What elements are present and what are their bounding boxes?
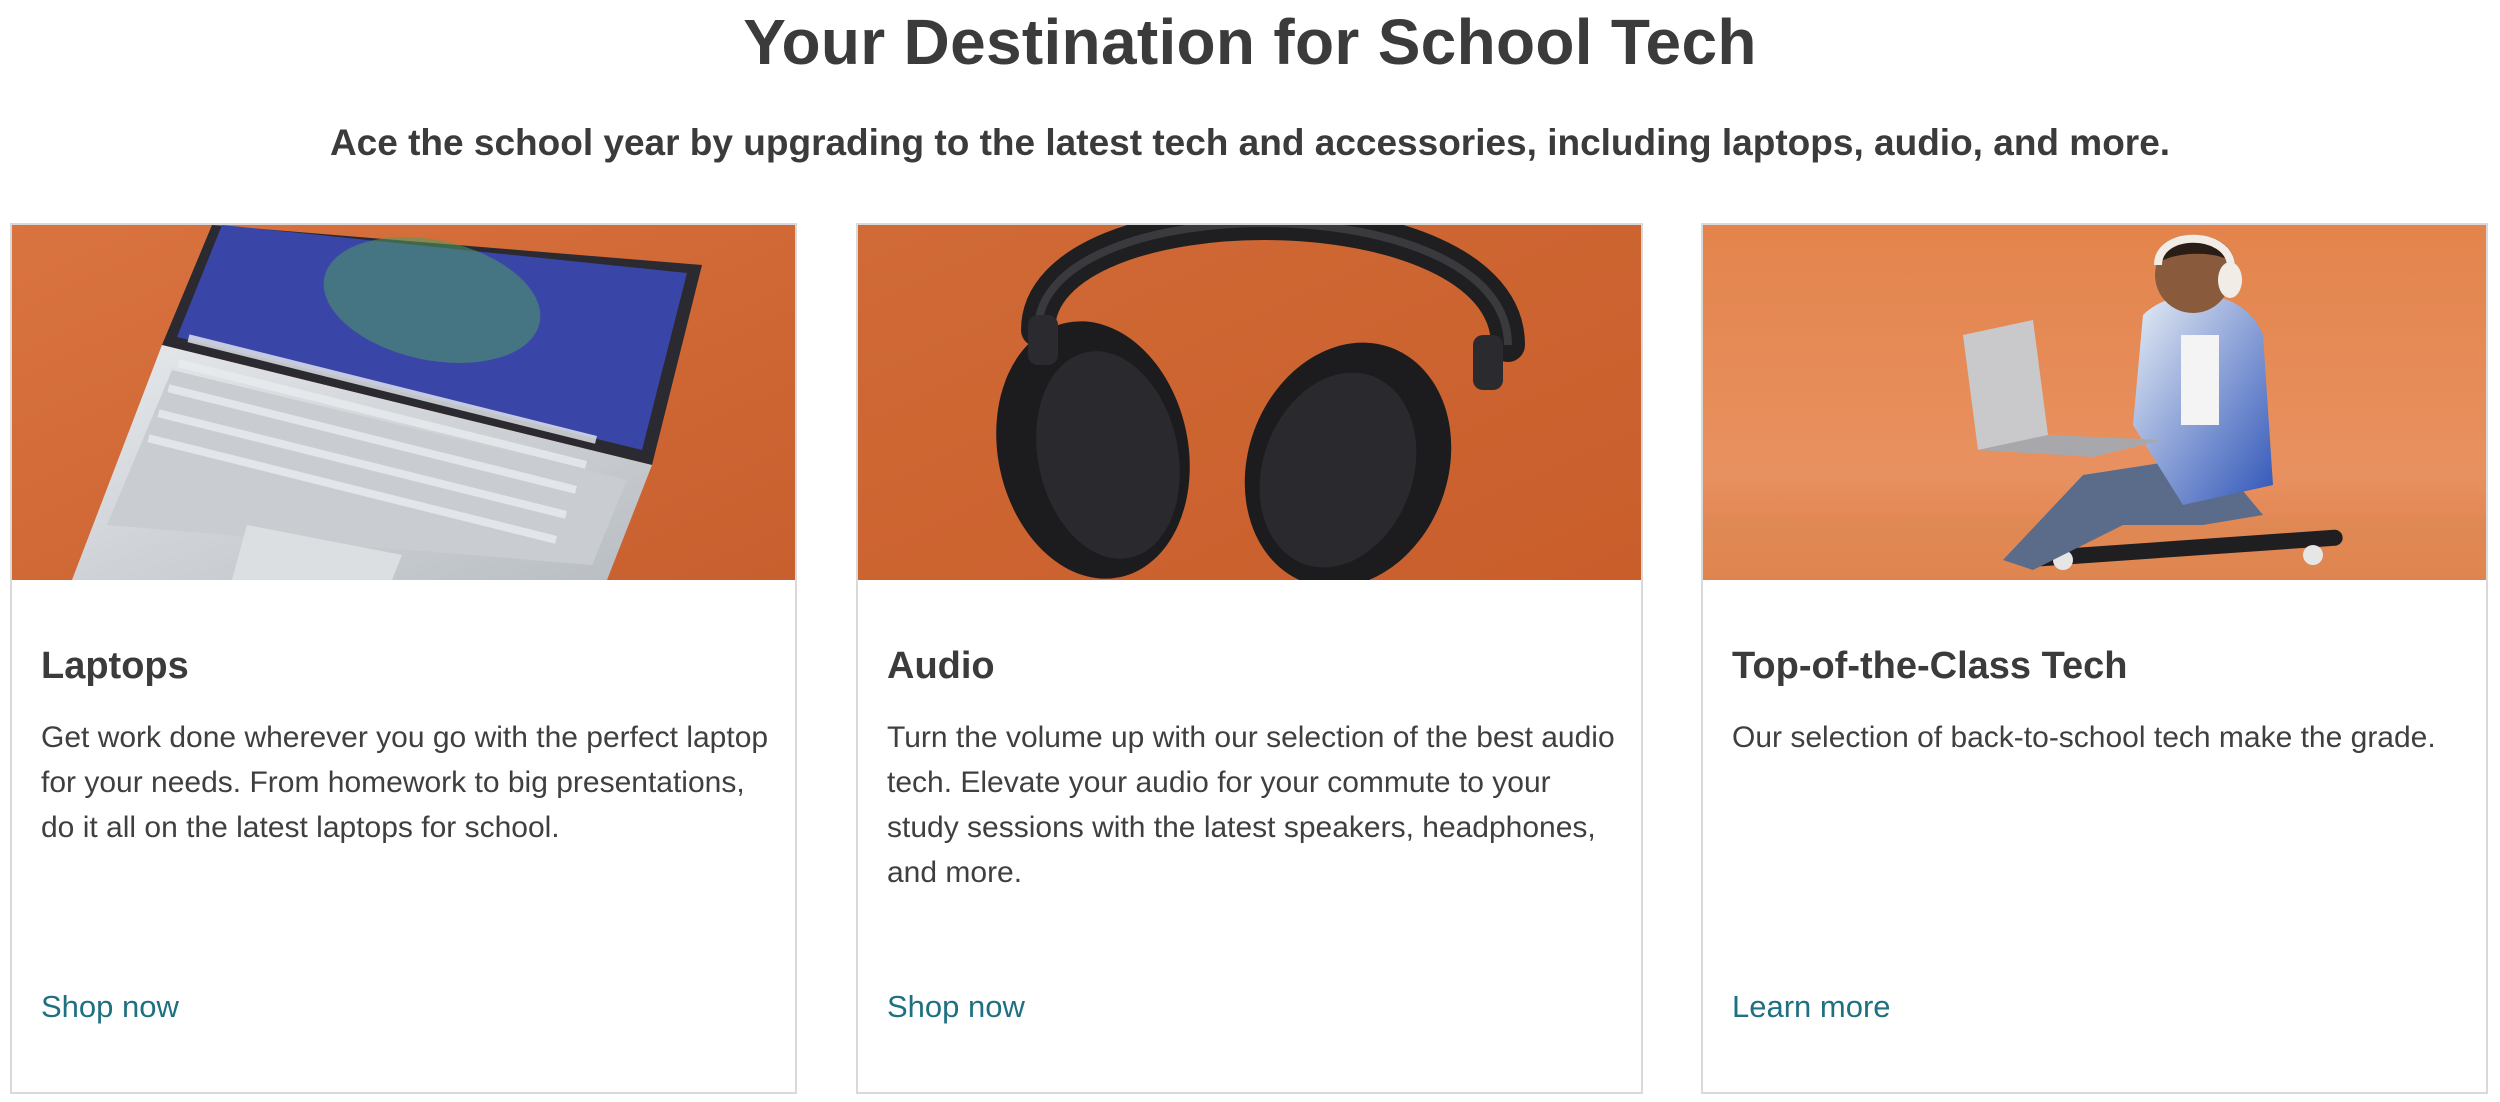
shop-now-link[interactable]: Shop now: [41, 987, 179, 1027]
headphones-photo: [858, 225, 1641, 580]
page-title: Your Destination for School Tech: [743, 6, 1757, 78]
card-title: Audio: [887, 645, 995, 687]
card-description: Our selection of back-to-school tech mak…: [1732, 721, 2436, 754]
card-description: Get work done wherever you go with the p…: [41, 721, 769, 844]
page-subtitle: Ace the school year by upgrading to the …: [329, 122, 2171, 163]
card-title: Laptops: [41, 645, 189, 687]
student-with-laptop-photo: [1703, 225, 2486, 580]
card-title: Top-of-the-Class Tech: [1732, 645, 2128, 687]
card-description: Turn the volume up with our selection of…: [887, 721, 1615, 889]
shop-now-link[interactable]: Shop now: [887, 987, 1025, 1027]
card-audio: Audio Turn the volume up with our select…: [856, 223, 1643, 1094]
learn-more-link[interactable]: Learn more: [1732, 987, 1891, 1027]
laptop-photo: [12, 225, 795, 580]
card-top-of-the-class-tech: Top-of-the-Class Tech Our selection of b…: [1701, 223, 2488, 1094]
card-laptops: Laptops Get work done wherever you go wi…: [10, 223, 797, 1094]
